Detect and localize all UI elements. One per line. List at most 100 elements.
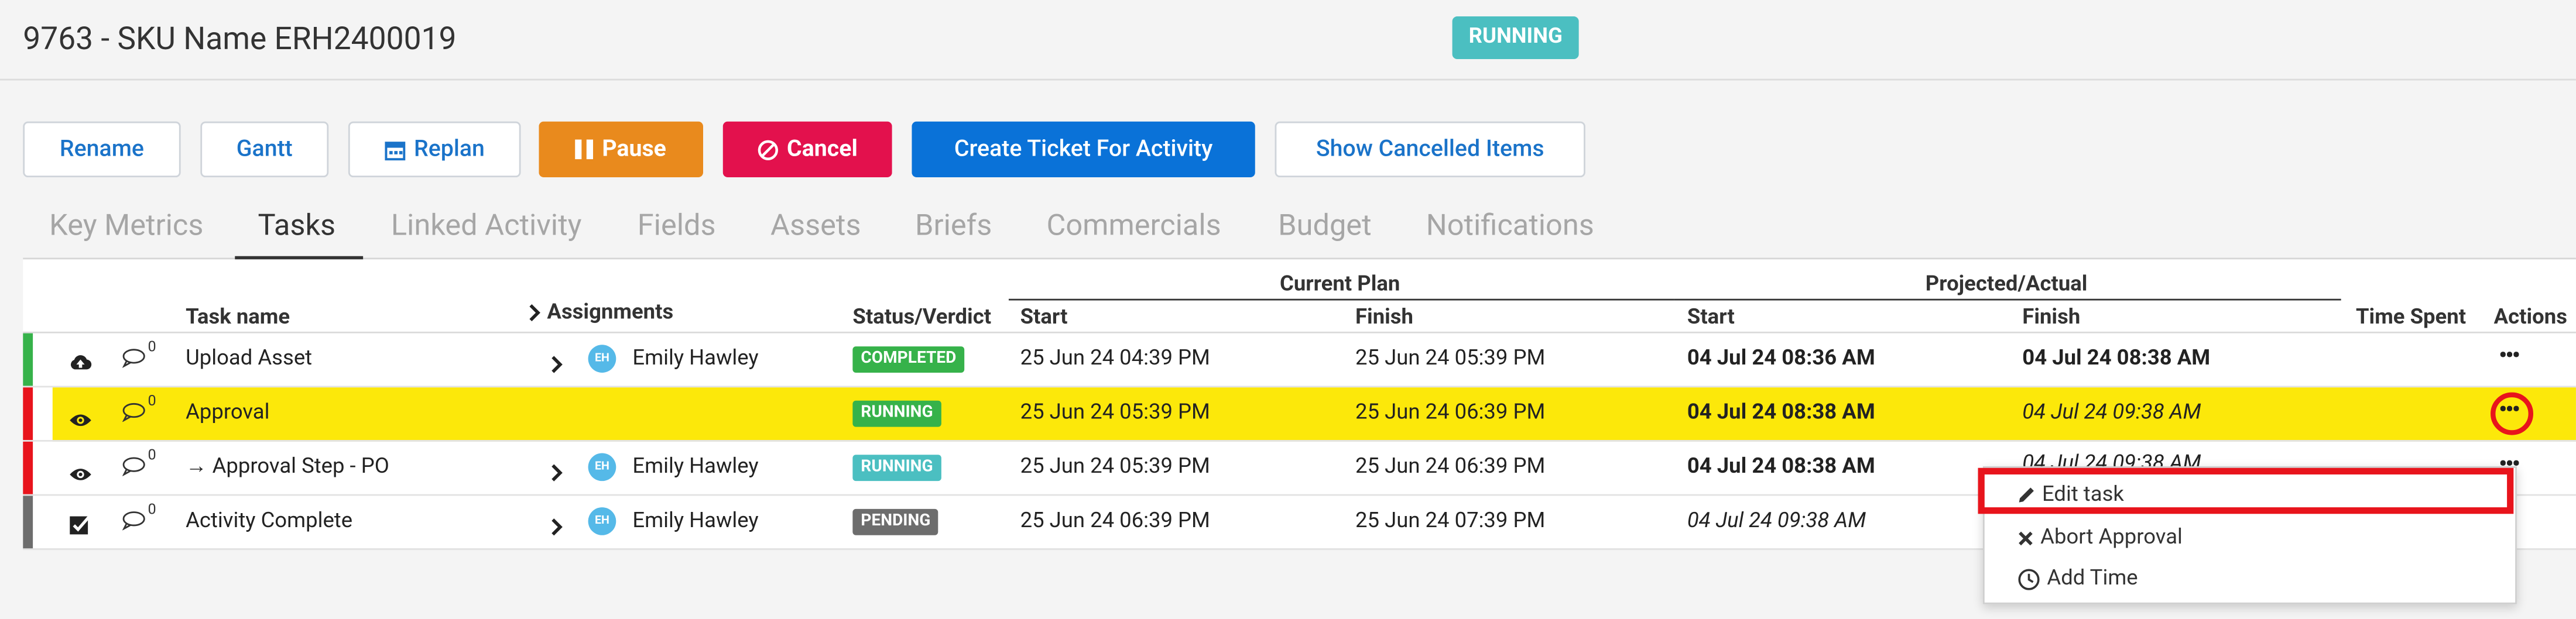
avatar: EH bbox=[588, 453, 616, 482]
col-task-name[interactable]: Task name bbox=[186, 305, 290, 330]
chevron-right-icon[interactable] bbox=[550, 458, 563, 489]
status-pill: COMPLETED bbox=[852, 346, 965, 373]
chevron-right-icon[interactable] bbox=[550, 513, 563, 544]
tab-commercials[interactable]: Commercials bbox=[1046, 208, 1221, 243]
cp-finish: 25 Jun 24 05:39 PM bbox=[1355, 346, 1546, 372]
row-status-stripe bbox=[23, 333, 33, 386]
cp-start: 25 Jun 24 05:39 PM bbox=[1020, 400, 1210, 425]
highlight-circle bbox=[2491, 392, 2534, 435]
clock-icon bbox=[2017, 568, 2040, 590]
cloud-upload-icon bbox=[69, 348, 92, 379]
table-row[interactable]: 0 Upload Asset EH Emily Hawley COMPLETED… bbox=[23, 333, 2576, 388]
row-actions-button[interactable]: ••• bbox=[2499, 333, 2520, 386]
status-badge: RUNNING bbox=[1452, 16, 1579, 60]
show-cancelled-label: Show Cancelled Items bbox=[1316, 136, 1544, 163]
comment-count: 0 bbox=[148, 339, 156, 356]
pause-icon bbox=[576, 139, 594, 160]
tab-notifications[interactable]: Notifications bbox=[1426, 208, 1594, 243]
menu-item-abort-approval[interactable]: Abort Approval bbox=[2017, 525, 2183, 550]
rename-label: Rename bbox=[59, 136, 145, 163]
comment-icon[interactable] bbox=[122, 511, 146, 535]
cp-start: 25 Jun 24 05:39 PM bbox=[1020, 455, 1210, 480]
comment-icon[interactable] bbox=[122, 348, 146, 373]
tab-tasks[interactable]: Tasks bbox=[258, 208, 336, 243]
assignee-name: Emily Hawley bbox=[632, 508, 759, 534]
row-status-stripe bbox=[23, 441, 33, 494]
tab-linked-activity[interactable]: Linked Activity bbox=[391, 208, 582, 243]
pause-label: Pause bbox=[602, 136, 666, 163]
rename-button[interactable]: Rename bbox=[23, 121, 181, 178]
row-status-stripe bbox=[23, 496, 33, 549]
header-current-plan: Current Plan bbox=[1279, 272, 1400, 297]
col-cp-finish[interactable]: Finish bbox=[1355, 305, 1413, 330]
create-ticket-label: Create Ticket For Activity bbox=[954, 136, 1213, 163]
replan-button[interactable]: Replan bbox=[348, 121, 521, 178]
pa-start: 04 Jul 24 09:38 AM bbox=[1687, 508, 1866, 534]
menu-item-abort-label: Abort Approval bbox=[2040, 525, 2183, 551]
row-status-stripe bbox=[23, 387, 33, 441]
task-name[interactable]: Upload Asset bbox=[186, 333, 312, 386]
cp-start: 25 Jun 24 06:39 PM bbox=[1020, 508, 1210, 534]
pa-finish: 04 Jul 24 08:38 AM bbox=[2022, 346, 2211, 372]
ban-icon bbox=[758, 139, 779, 160]
menu-item-add-time[interactable]: Add Time bbox=[2017, 566, 2138, 591]
table-row[interactable]: 0 Approval RUNNING 25 Jun 24 05:39 PM 25… bbox=[23, 387, 2576, 442]
cp-finish: 25 Jun 24 06:39 PM bbox=[1355, 400, 1546, 425]
projected-actual-rule bbox=[1674, 298, 2341, 301]
task-name[interactable]: Approval bbox=[186, 387, 269, 440]
pa-start: 04 Jul 24 08:38 AM bbox=[1687, 400, 1875, 425]
cp-start: 25 Jun 24 04:39 PM bbox=[1020, 346, 1210, 372]
chevron-right-icon[interactable] bbox=[529, 304, 541, 322]
tab-briefs[interactable]: Briefs bbox=[915, 208, 992, 243]
pa-start: 04 Jul 24 08:38 AM bbox=[1687, 455, 1875, 480]
close-icon bbox=[2017, 529, 2034, 546]
col-cp-start[interactable]: Start bbox=[1020, 305, 1068, 330]
eye-icon bbox=[69, 404, 92, 435]
cp-finish: 25 Jun 24 07:39 PM bbox=[1355, 508, 1546, 534]
create-ticket-button[interactable]: Create Ticket For Activity bbox=[912, 121, 1255, 178]
page-title: 9763 - SKU Name ERH2400019 bbox=[23, 19, 457, 58]
col-actions: Actions bbox=[2493, 305, 2567, 331]
comment-icon[interactable] bbox=[122, 402, 146, 427]
assignee-name: Emily Hawley bbox=[632, 455, 759, 480]
show-cancelled-button[interactable]: Show Cancelled Items bbox=[1275, 121, 1585, 178]
comment-count: 0 bbox=[148, 448, 156, 465]
eye-icon bbox=[69, 458, 92, 489]
pa-finish: 04 Jul 24 09:38 AM bbox=[2022, 400, 2201, 425]
current-plan-rule bbox=[1008, 298, 1674, 301]
checkbox-icon bbox=[69, 511, 90, 542]
replan-label: Replan bbox=[414, 136, 485, 163]
avatar: EH bbox=[588, 345, 616, 373]
assignee-name: Emily Hawley bbox=[632, 346, 759, 372]
status-pill: PENDING bbox=[852, 508, 939, 535]
col-assignments-label: Assignments bbox=[547, 300, 674, 325]
col-time-spent[interactable]: Time Spent bbox=[2356, 305, 2466, 330]
gantt-button[interactable]: Gantt bbox=[200, 121, 329, 178]
avatar: EH bbox=[588, 507, 616, 535]
pause-button[interactable]: Pause bbox=[539, 121, 704, 178]
status-pill: RUNNING bbox=[852, 455, 941, 482]
task-name[interactable]: Activity Complete bbox=[186, 496, 352, 548]
gantt-label: Gantt bbox=[236, 136, 293, 163]
cancel-button[interactable]: Cancel bbox=[722, 121, 892, 178]
header-projected-actual: Projected/Actual bbox=[1925, 272, 2088, 297]
col-pa-start[interactable]: Start bbox=[1687, 305, 1735, 330]
comment-count: 0 bbox=[148, 394, 156, 411]
cp-finish: 25 Jun 24 06:39 PM bbox=[1355, 455, 1546, 480]
status-pill: RUNNING bbox=[852, 400, 941, 427]
col-status[interactable]: Status/Verdict bbox=[852, 305, 991, 330]
tab-key-metrics[interactable]: Key Metrics bbox=[49, 208, 203, 243]
cancel-label: Cancel bbox=[787, 136, 858, 163]
tab-assets[interactable]: Assets bbox=[770, 208, 861, 243]
comment-count: 0 bbox=[148, 502, 156, 519]
task-name[interactable]: → Approval Step - PO bbox=[186, 442, 389, 494]
comment-icon[interactable] bbox=[122, 456, 146, 481]
tab-budget[interactable]: Budget bbox=[1278, 208, 1372, 243]
pa-start: 04 Jul 24 08:36 AM bbox=[1687, 346, 1875, 372]
col-assignments[interactable]: Assignments bbox=[529, 300, 674, 325]
highlight-box bbox=[1978, 467, 2514, 514]
col-pa-finish[interactable]: Finish bbox=[2022, 305, 2080, 330]
calendar-icon bbox=[384, 139, 406, 160]
chevron-right-icon[interactable] bbox=[550, 350, 563, 381]
tab-fields[interactable]: Fields bbox=[638, 208, 716, 243]
